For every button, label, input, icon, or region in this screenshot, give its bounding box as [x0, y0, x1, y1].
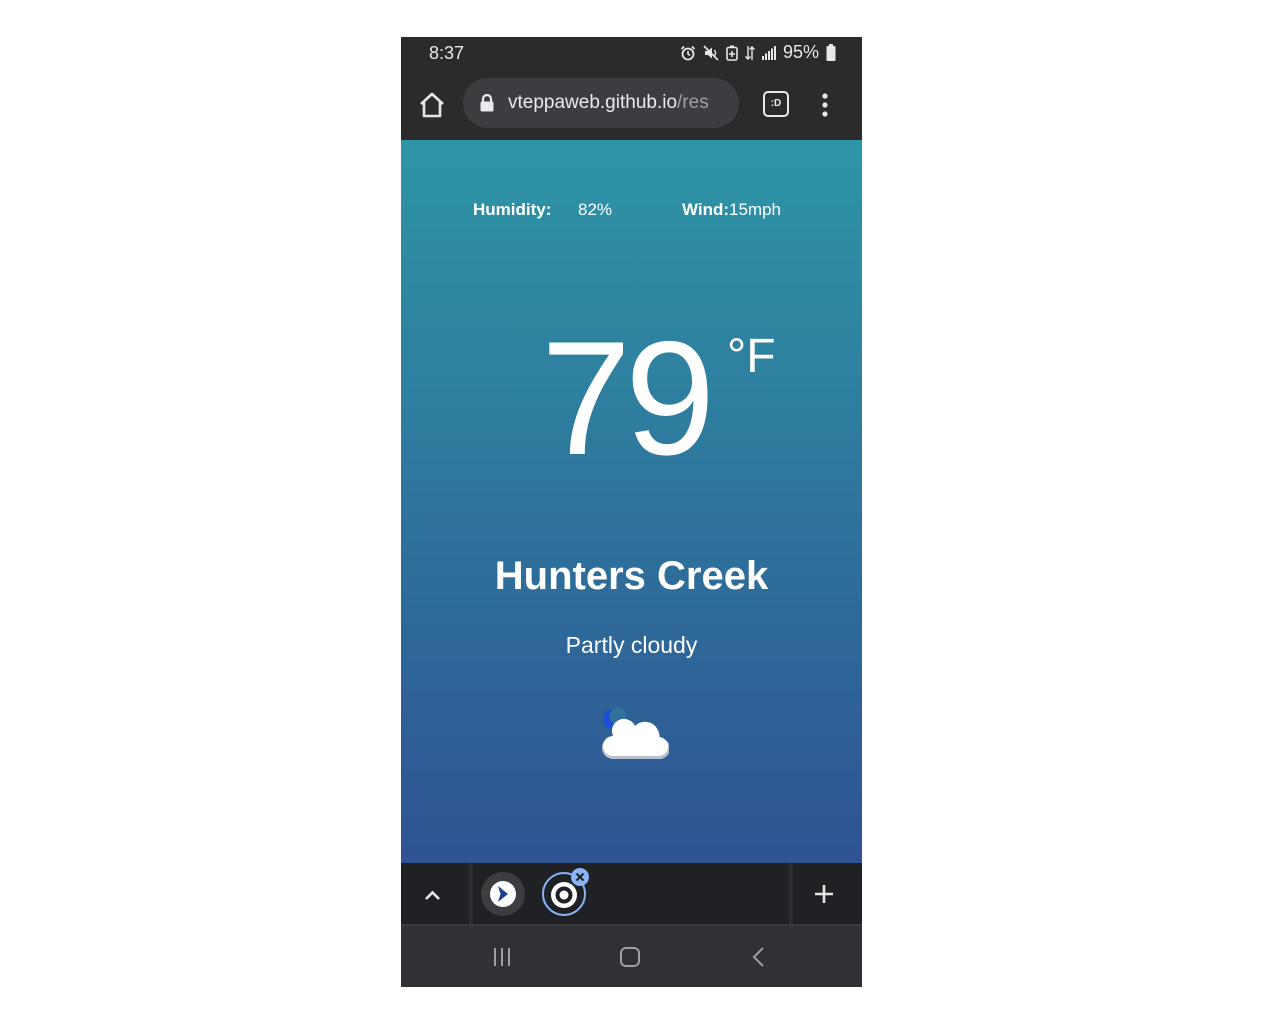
- weather-page: Humidity: 82% Wind: 15mph 79 °F Hunters …: [401, 140, 862, 863]
- city-name: Hunters Creek: [494, 554, 769, 598]
- arrow-right-icon: [490, 881, 516, 907]
- battery-saver-icon: [726, 45, 738, 61]
- more-menu-icon[interactable]: [816, 90, 834, 120]
- wind-value: 15mph: [729, 200, 781, 219]
- url-text: vteppaweb.github.io/res: [508, 92, 709, 114]
- humidity-label: Humidity:: [473, 200, 552, 219]
- url-host: vteppaweb.github.io: [508, 92, 678, 113]
- tab-thumbnail[interactable]: [481, 872, 525, 916]
- mute-icon: [703, 44, 719, 61]
- status-time: 8:37: [429, 43, 465, 63]
- url-path: /res: [677, 92, 709, 113]
- lock-icon: [480, 93, 494, 112]
- temperature-unit: °F: [727, 330, 776, 383]
- home-icon[interactable]: [417, 90, 447, 120]
- partly-cloudy-night-icon: [602, 707, 669, 760]
- browser-toolbar: vteppaweb.github.io/res :D: [401, 70, 862, 140]
- home-nav-icon[interactable]: [615, 942, 645, 972]
- humidity-value: 82%: [578, 200, 613, 219]
- divider: [469, 863, 473, 924]
- system-nav-bar: [401, 924, 862, 987]
- temperature-value: 79: [541, 308, 715, 489]
- battery-icon: [826, 44, 836, 61]
- tab-strip: [401, 863, 862, 924]
- wind-label: Wind:: [682, 200, 730, 219]
- status-bar: 8:37 95%: [401, 37, 862, 70]
- address-bar[interactable]: vteppaweb.github.io/res: [463, 78, 739, 128]
- tab-switcher-button[interactable]: :D: [763, 91, 789, 117]
- phone-screen: 8:37 95% vteppaweb.github.io/res:D Humi…: [401, 37, 862, 987]
- battery-percentage: 95%: [782, 42, 819, 62]
- alarm-icon: [680, 45, 696, 60]
- data-icon: [744, 45, 755, 60]
- recent-apps-icon[interactable]: [487, 942, 517, 972]
- weather-condition: Partly cloudy: [565, 632, 698, 658]
- chevron-up-icon[interactable]: [401, 863, 469, 924]
- close-tab-icon[interactable]: [571, 868, 589, 886]
- status-icons: 95%: [680, 42, 836, 63]
- plus-icon[interactable]: [807, 877, 841, 911]
- signal-icon: [761, 45, 776, 60]
- back-icon[interactable]: [744, 942, 774, 972]
- divider: [789, 863, 793, 924]
